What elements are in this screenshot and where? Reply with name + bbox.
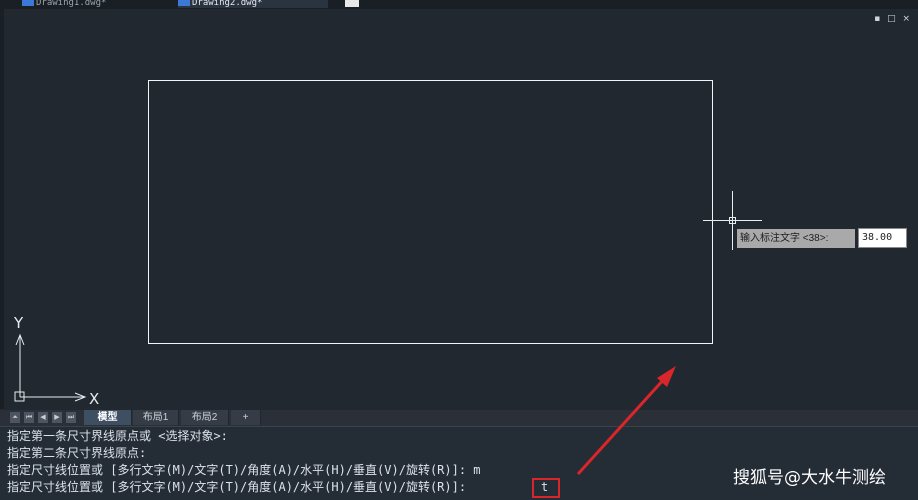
command-history-line: 指定第二条尺寸界线原点: [7,446,147,460]
layout-nav-next-icon[interactable]: ▶ [52,412,62,423]
drawn-rectangle[interactable] [148,80,713,344]
dwg-file-icon [178,0,190,6]
ucs-axis-icon: Y X [13,315,99,408]
layout-nav-first-icon[interactable]: ⏮ [24,412,34,423]
dwg-file-icon [22,0,34,6]
viewport-window-controls[interactable]: ▪ □ × [874,14,912,24]
layout-nav-prev-icon[interactable]: ◀ [38,412,48,423]
document-tab-drawing2[interactable]: Drawing2.dwg* [178,0,328,8]
left-toolbar-strip [0,9,4,409]
command-history-line: 指定尺寸线位置或 [多行文字(M)/文字(T)/角度(A)/水平(H)/垂直(V… [7,463,481,477]
dynamic-input-field[interactable]: 38.00 [858,228,907,248]
tab-model[interactable]: 模型 [84,410,132,425]
command-prompt-line: 指定尺寸线位置或 [多行文字(M)/文字(T)/角度(A)/水平(H)/垂直(V… [7,480,467,494]
layout-nav-last-icon[interactable]: ⏭ [66,412,76,423]
document-tab-drawing1[interactable]: Drawing1.dwg* [22,0,172,8]
document-tab-label: Drawing1.dwg* [36,0,107,8]
ucs-x-label: X [89,390,99,408]
crosshair-pickbox [729,217,736,224]
document-tab-bar: Drawing1.dwg* Drawing2.dwg* [0,0,918,9]
tab-layout1[interactable]: 布局1 [133,410,179,425]
document-tab-label: Drawing2.dwg* [192,0,263,8]
command-input-value[interactable]: t [541,479,548,496]
add-layout-tab-button[interactable]: + [231,410,261,425]
watermark-text: 搜狐号@大水牛测绘 [733,468,886,488]
ucs-y-label: Y [13,315,24,332]
tab-layout2[interactable]: 布局2 [181,410,229,425]
dynamic-input-prompt: 输入标注文字 <38>: [737,229,855,248]
new-document-tab-button[interactable] [345,0,359,7]
layout-nav-up-icon[interactable]: ⏶ [10,412,20,423]
command-history-line: 指定第一条尺寸界线原点或 <选择对象>: [7,429,228,443]
cad-window: Drawing1.dwg* Drawing2.dwg* ▪ □ × 输入标注文字… [0,0,918,500]
